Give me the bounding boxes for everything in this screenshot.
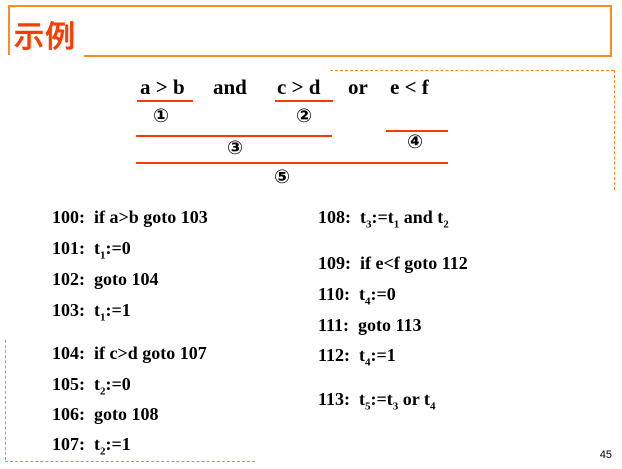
assign-text: :=t: [371, 207, 394, 227]
title-bottom-rule: [84, 55, 612, 57]
line-number: 100:: [52, 207, 85, 227]
operator-text: or t: [398, 389, 430, 409]
assign-text: :=1: [105, 300, 131, 320]
code-line: 104: if c>d goto 107: [52, 343, 207, 364]
frame-dash-left: [5, 340, 6, 460]
line-number: 109:: [318, 253, 351, 273]
underline-2: [275, 100, 333, 102]
code-line: 113: t5:=t3 or t4: [318, 389, 436, 413]
title-left-rule: [8, 5, 10, 55]
code-line: 107: t2:=1: [52, 434, 131, 457]
code-line: 106: goto 108: [52, 404, 159, 425]
expr-a-gt-b: a > b: [140, 75, 185, 99]
code-line: 108: t3:=t1 and t2: [318, 207, 449, 231]
assign-text: :=0: [105, 374, 131, 394]
marker-2: ②: [296, 105, 313, 127]
marker-3: ③: [227, 137, 244, 159]
code-line: 101: t1:=0: [52, 238, 131, 261]
marker-5: ⑤: [274, 166, 291, 188]
operator-text: and t: [399, 207, 444, 227]
var-subscript: 2: [443, 218, 449, 231]
assign-text: :=1: [105, 434, 131, 454]
code-line: 109: if e<f goto 112: [318, 253, 468, 274]
underline-1: [137, 100, 193, 102]
line-text: goto 108: [94, 404, 159, 424]
line-text: if e<f goto 112: [360, 253, 468, 273]
line-number: 103:: [52, 300, 85, 320]
page-number: 45: [599, 449, 612, 461]
line-number: 113:: [318, 389, 351, 409]
marker-4: ④: [407, 131, 424, 153]
line-number: 106:: [52, 404, 85, 424]
line-number: 110:: [318, 284, 351, 304]
line-text: if c>d goto 107: [94, 343, 207, 363]
code-line: 100: if a>b goto 103: [52, 207, 208, 228]
line-number: 104:: [52, 343, 85, 363]
slide-title: 示例: [14, 20, 76, 55]
line-number: 107:: [52, 434, 85, 454]
line-number: 101:: [52, 238, 85, 258]
expr-c-gt-d: c > d: [277, 75, 321, 99]
frame-dash-top: [330, 70, 614, 71]
line-number: 102:: [52, 269, 85, 289]
marker-1: ①: [153, 105, 170, 127]
line-number: 111:: [318, 315, 350, 335]
line-text: goto 113: [358, 315, 422, 335]
underline-5: [136, 162, 448, 164]
expr-e-lt-f: e < f: [390, 75, 429, 99]
code-line: 105: t2:=0: [52, 374, 131, 397]
frame-dash-right: [614, 70, 615, 190]
code-line: 112: t4:=1: [318, 345, 396, 368]
code-line: 111: goto 113: [318, 315, 422, 336]
line-text: if a>b goto 103: [94, 207, 208, 227]
expr-or: or: [348, 75, 368, 99]
code-line: 110: t4:=0: [318, 284, 396, 307]
var-subscript: 4: [429, 400, 436, 413]
title-right-rule: [610, 5, 612, 57]
code-line: 102: goto 104: [52, 269, 159, 290]
expr-and: and: [213, 75, 247, 99]
code-line: 103: t1:=1: [52, 300, 131, 323]
assign-text: :=0: [105, 238, 131, 258]
title-top-rule: [8, 5, 612, 7]
assign-text: :=t: [370, 389, 393, 409]
line-number: 105:: [52, 374, 85, 394]
assign-text: :=0: [370, 284, 396, 304]
line-number: 112:: [318, 345, 351, 365]
line-number: 108:: [318, 207, 351, 227]
line-text: goto 104: [94, 269, 159, 289]
assign-text: :=1: [370, 345, 396, 365]
frame-dash-bottom: [5, 461, 255, 462]
